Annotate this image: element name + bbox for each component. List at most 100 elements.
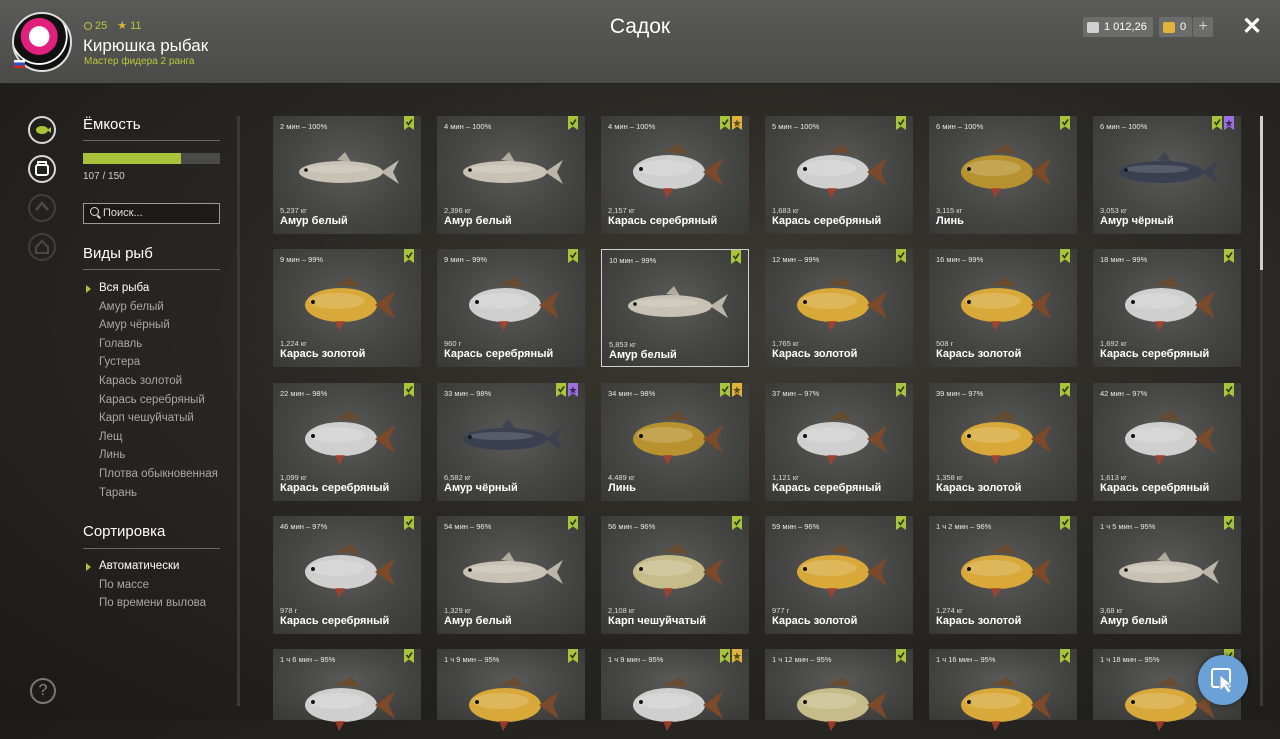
fish-card[interactable]: 1 ч 12 мин – 95% [765, 649, 913, 732]
fish-image [633, 144, 723, 198]
checkmark-badge-icon [568, 116, 578, 130]
fish-name: Карась золотой [936, 614, 1022, 627]
species-filter-item[interactable]: Амур белый [99, 301, 164, 313]
fish-card[interactable]: 10 мин – 99% 5,853 кг Амур белый [601, 249, 749, 368]
species-filter-item[interactable]: Вся рыба [85, 282, 149, 294]
fish-name: Карась серебряный [1100, 481, 1210, 494]
keepnet-tab-icon[interactable] [28, 155, 56, 183]
catch-time: 56 мин – 96% [608, 521, 656, 531]
catch-time: 1 ч 5 мин – 95% [1100, 521, 1156, 531]
catch-time: 1 ч 16 мин – 95% [936, 655, 996, 665]
fish-tab-icon[interactable] [28, 116, 56, 144]
sort-option[interactable]: По времени вылова [99, 597, 206, 609]
fish-card[interactable]: 22 мин – 98% 1,099 кг Карась серебряный [273, 382, 421, 501]
sort-option[interactable]: Автоматически [85, 560, 179, 572]
fish-image [961, 543, 1051, 598]
catch-time: 6 мин – 100% [1100, 122, 1148, 131]
checkmark-badge-icon [404, 649, 414, 664]
catch-time: 6 мин – 100% [936, 122, 984, 131]
fish-card[interactable]: 9 мин – 99% 960 г Карась серебряный [437, 249, 585, 368]
fish-card[interactable]: 2 мин – 100% 5,237 кг Амур белый [273, 116, 421, 234]
fish-image [1119, 152, 1219, 184]
fish-weight: 508 г [936, 339, 954, 349]
close-button[interactable]: ✕ [1240, 14, 1264, 40]
divider [83, 548, 220, 549]
cursor-icon [1211, 668, 1234, 694]
checkmark-badge-icon [720, 649, 730, 664]
fish-card[interactable]: 59 мин – 96% 977 г Карась золотой [765, 515, 913, 634]
fish-card[interactable]: 1 ч 9 мин – 95% [437, 649, 585, 732]
fish-name: Амур белый [280, 215, 348, 227]
checkmark-badge-icon [568, 249, 578, 264]
species-filter-item[interactable]: Лещ [99, 431, 122, 443]
home-tab-icon[interactable] [28, 233, 56, 261]
fish-card[interactable]: 18 мин – 99% 1,692 кг Карась серебряный [1093, 249, 1241, 368]
fish-image [463, 551, 563, 584]
fish-card[interactable]: 6 мин – 100% 3,115 кг Линь [929, 116, 1077, 234]
fish-card[interactable]: 4 мин – 100% 2,157 кг Карась серебряный [601, 116, 749, 234]
search-input[interactable]: Поиск... [83, 203, 220, 224]
fish-card[interactable]: 46 мин – 97% 978 г Карась серебряный [273, 515, 421, 634]
fish-image [961, 277, 1051, 332]
checkmark-badge-icon [896, 116, 906, 130]
fish-name: Амур чёрный [444, 481, 518, 494]
fish-image [797, 543, 887, 598]
checkmark-badge-icon [896, 382, 906, 397]
gold-coins-icon [1163, 21, 1175, 33]
fish-card[interactable]: 6 мин – 100% 3,053 кг Амур чёрный [1093, 116, 1241, 234]
fish-image [305, 277, 395, 332]
fish-card[interactable]: 9 мин – 99% 1,224 кг Карась золотой [273, 249, 421, 368]
species-filter-item[interactable]: Карась серебряный [99, 394, 205, 406]
fish-card[interactable]: 54 мин – 96% 1,329 кг Амур белый [437, 515, 585, 634]
fish-card[interactable]: 42 мин – 97% 1,613 кг Карась серебряный [1093, 382, 1241, 501]
help-button[interactable]: ? [30, 678, 56, 704]
species-filter-item[interactable]: Амур чёрный [99, 319, 170, 331]
catch-time: 9 мин – 99% [280, 255, 324, 265]
species-filter-item[interactable]: Густера [99, 356, 140, 368]
catch-time: 4 мин – 100% [608, 122, 656, 131]
fish-card[interactable]: 5 мин – 100% 1,683 кг Карась серебряный [765, 116, 913, 234]
fish-image [797, 144, 887, 198]
species-filter-item[interactable]: Линь [99, 449, 125, 461]
fish-card[interactable]: 1 ч 6 мин – 95% [273, 649, 421, 732]
fish-card[interactable]: 1 ч 2 мин – 96% 1,274 кг Карась золотой [929, 515, 1077, 634]
fish-weight: 960 г [444, 339, 462, 349]
fish-image [633, 410, 723, 465]
species-filter-item[interactable]: Плотва обыкновенная [99, 468, 218, 480]
catch-time: 10 мин – 99% [609, 256, 657, 266]
species-filter-item[interactable]: Карась золотой [99, 375, 182, 387]
fish-card[interactable]: 16 мин – 99% 508 г Карась золотой [929, 249, 1077, 368]
fish-card[interactable]: 1 ч 16 мин – 95% [929, 649, 1077, 732]
fish-weight: 3,053 кг [1100, 206, 1127, 215]
grid-scrollbar-thumb[interactable] [1260, 116, 1263, 270]
fish-image [463, 152, 563, 184]
upgrade-tab-icon[interactable] [28, 194, 56, 222]
fish-image [628, 286, 728, 319]
species-filter-item[interactable]: Голавль [99, 338, 142, 350]
fish-card[interactable]: 33 мин – 98% 6,582 кг Амур чёрный [437, 382, 585, 501]
checkmark-badge-icon [1224, 382, 1234, 397]
capacity-bar [83, 153, 220, 164]
fish-name: Карась серебряный [772, 481, 882, 494]
fish-card[interactable]: 1 ч 9 мин – 95% [601, 649, 749, 732]
cursor-mode-button[interactable] [1198, 655, 1248, 705]
filter-panel-scrollbar[interactable] [237, 116, 240, 706]
fish-name: Карась серебряный [280, 481, 390, 494]
fish-card[interactable]: 39 мин – 97% 1,358 кг Карась золотой [929, 382, 1077, 501]
sort-option[interactable]: По массе [99, 579, 149, 591]
fish-card[interactable]: 4 мин – 100% 2,396 кг Амур белый [437, 116, 585, 234]
fish-card[interactable]: 34 мин – 98% 4,489 кг Линь [601, 382, 749, 501]
fish-card[interactable]: 56 мин – 96% 2,108 кг Карп чешуйчатый [601, 515, 749, 634]
fish-card[interactable]: 12 мин – 99% 1,765 кг Карась золотой [765, 249, 913, 368]
species-filter-item[interactable]: Тарань [99, 487, 137, 499]
species-filter-item[interactable]: Карп чешуйчатый [99, 412, 194, 424]
fish-image [961, 144, 1051, 198]
catch-time: 37 мин – 97% [772, 388, 820, 398]
fish-weight: 1,121 кг [772, 472, 799, 482]
fish-card[interactable]: 1 ч 5 мин – 95% 3,68 кг Амур белый [1093, 515, 1241, 634]
fish-weight: 1,274 кг [936, 605, 963, 615]
add-gold-button[interactable]: + [1193, 17, 1213, 37]
fish-card[interactable]: 37 мин – 97% 1,121 кг Карась серебряный [765, 382, 913, 501]
catch-time: 18 мин – 99% [1100, 255, 1148, 265]
gold-balance: 0 [1159, 17, 1193, 37]
